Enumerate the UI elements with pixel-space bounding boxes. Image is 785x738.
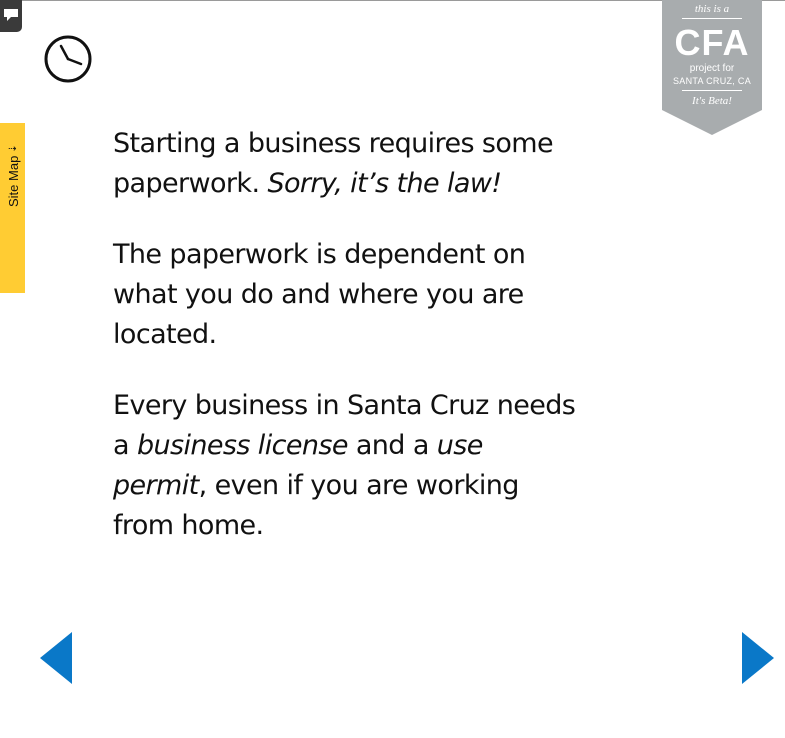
main-content: Starting a business requires some paperw… (113, 124, 583, 577)
paragraph-license: Every business in Santa Cruz needs a bus… (113, 386, 583, 546)
badge-title: CFA (674, 22, 750, 63)
paragraph-text: and a (347, 430, 437, 461)
badge-line2: SANTA CRUZ, CA (672, 76, 752, 86)
badge-rule (682, 18, 742, 19)
site-map-label: Site Map (6, 155, 21, 207)
triangle-right-icon (742, 632, 774, 684)
arrow-down-icon: ⇣ (8, 144, 19, 153)
speech-bubble-icon (4, 9, 18, 21)
feedback-tab[interactable] (0, 0, 22, 32)
emphasis-text: Sorry, it’s the law! (267, 168, 502, 199)
previous-page-button[interactable] (40, 632, 72, 684)
paragraph-dependent: The paperwork is dependent on what you d… (113, 239, 526, 350)
clock-icon[interactable] (43, 34, 93, 84)
badge-top-line: this is a (694, 3, 730, 15)
next-page-button[interactable] (742, 632, 774, 684)
badge-bottom-line: It's Beta! (692, 95, 732, 107)
paragraph-paperwork: Starting a business requires some paperw… (113, 124, 583, 204)
site-map-label-wrap: Site Map ⇣ (6, 144, 21, 207)
site-map-tab[interactable]: Site Map ⇣ (0, 123, 25, 293)
cfa-beta-badge[interactable]: this is a CFA project for SANTA CRUZ, CA… (662, 0, 762, 135)
business-license-term: business license (136, 430, 349, 461)
badge-line1: project for (689, 63, 735, 74)
triangle-left-icon (40, 632, 72, 684)
badge-rule (682, 90, 742, 91)
